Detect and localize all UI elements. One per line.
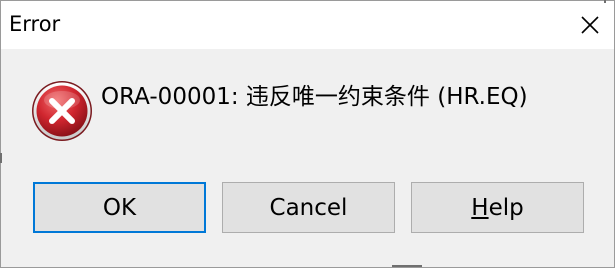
error-dialog: Error ORA-00001: 违反唯一约束条件 (HR.EQ) OK Can… — [0, 0, 615, 268]
error-message: ORA-00001: 违反唯一约束条件 (HR.EQ) — [101, 84, 528, 110]
help-label-rest: elp — [488, 194, 524, 221]
ok-button-label: OK — [102, 194, 137, 221]
error-icon — [32, 81, 92, 141]
window-title: Error — [9, 12, 61, 36]
cancel-button-label: Cancel — [269, 194, 348, 221]
cancel-button[interactable]: Cancel — [222, 182, 395, 233]
help-button[interactable]: Help — [411, 182, 584, 233]
close-button[interactable] — [566, 1, 614, 49]
help-button-label: Help — [471, 195, 523, 221]
background-edge-mark-bottom — [392, 265, 422, 267]
background-edge-mark-left — [0, 153, 2, 163]
help-mnemonic: H — [471, 194, 489, 221]
close-icon — [581, 16, 599, 34]
background-edge-mark-top — [604, 0, 606, 3]
ok-button[interactable]: OK — [33, 182, 206, 233]
title-bar[interactable]: Error — [1, 1, 614, 49]
